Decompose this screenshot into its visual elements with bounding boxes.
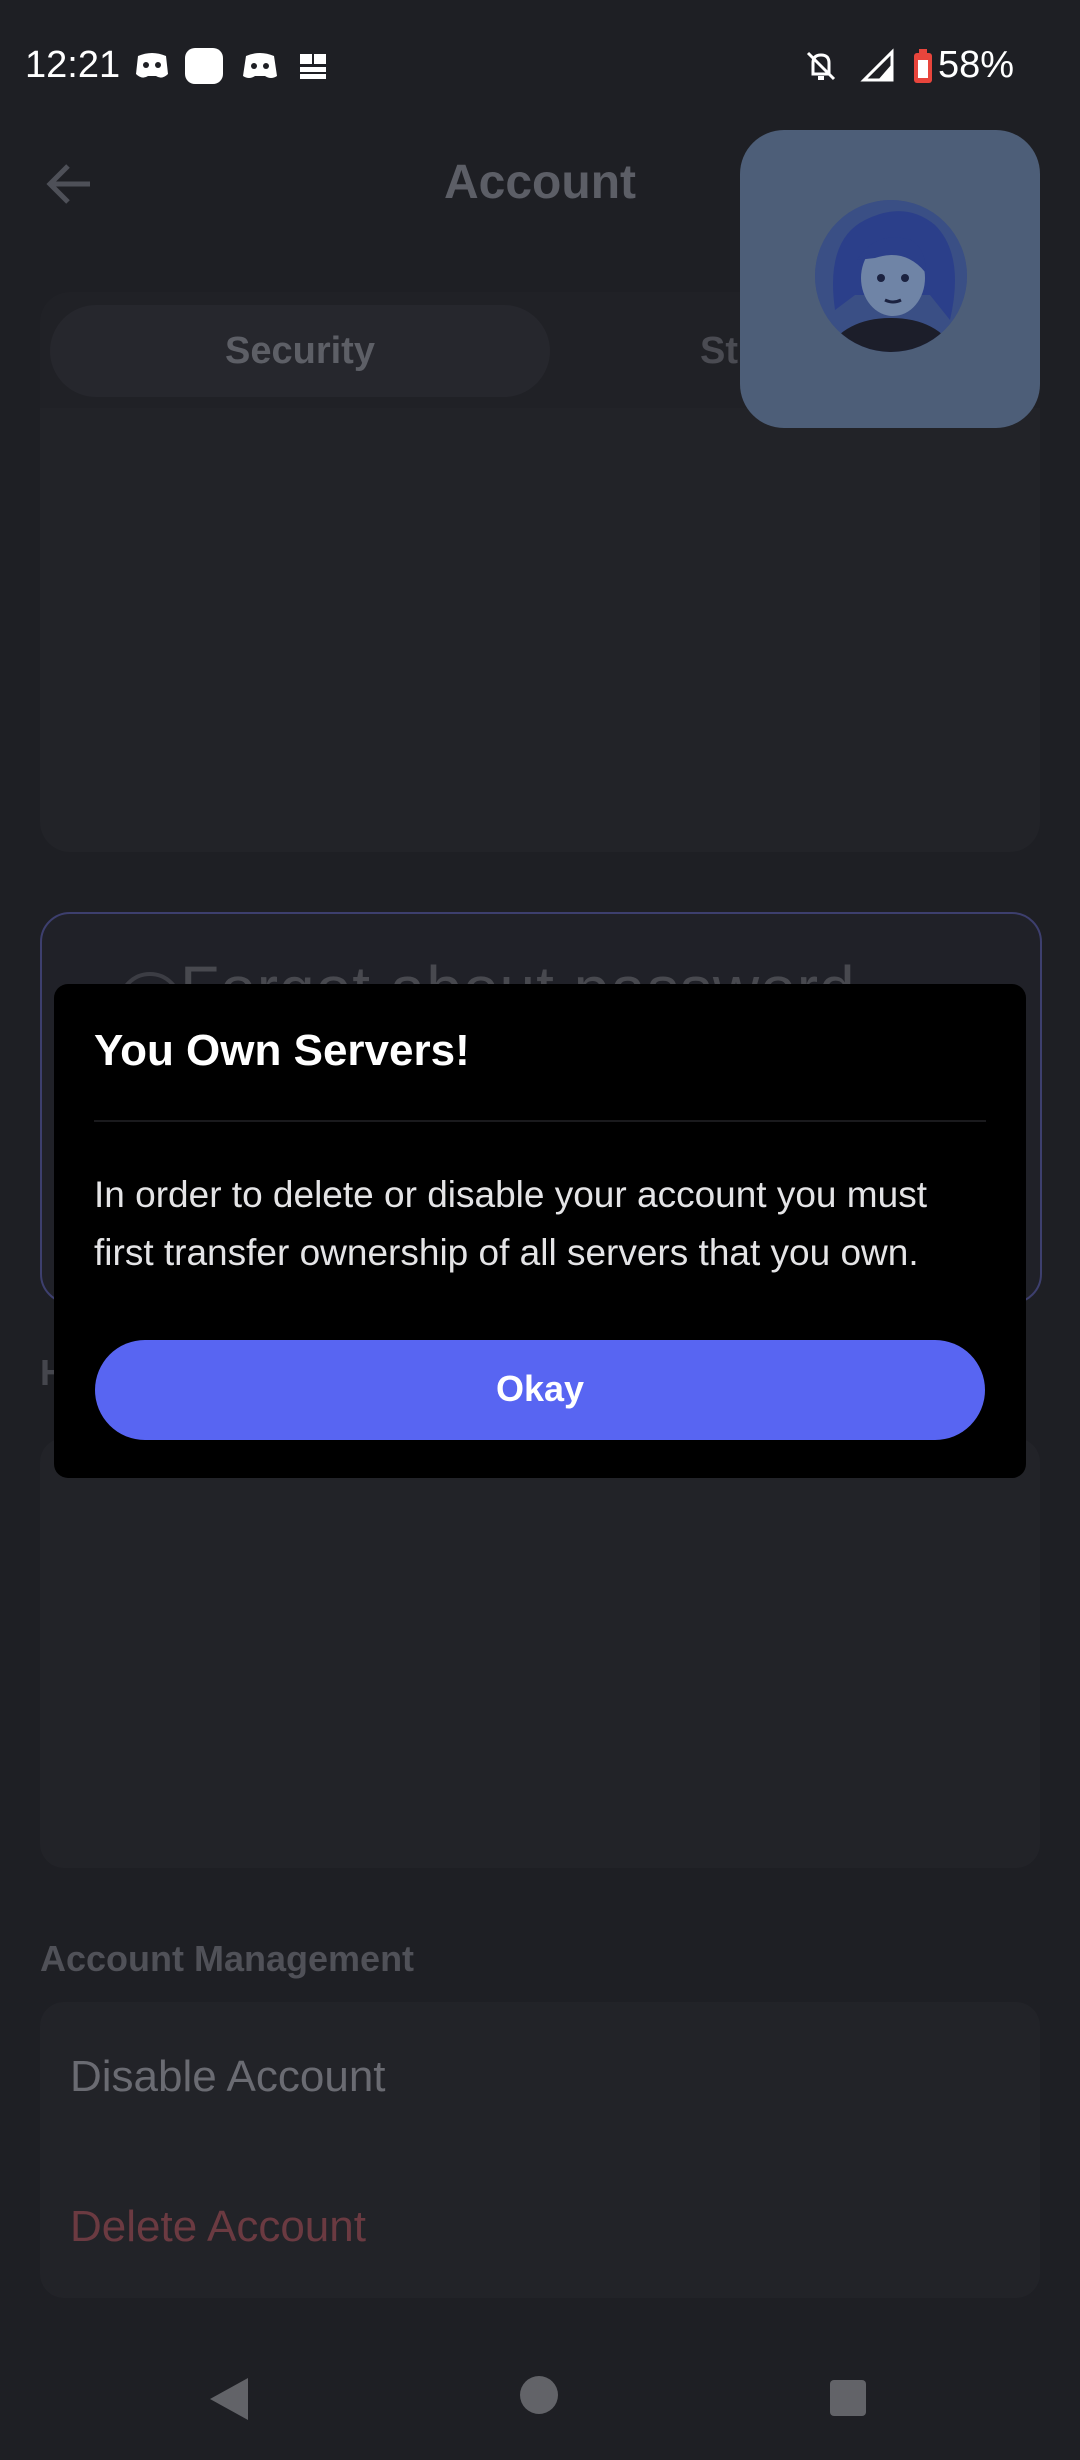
news-icon [300,54,326,79]
discord-icon [243,53,277,78]
delete-account-button[interactable]: Delete Account [70,2202,366,2252]
home-circle-icon[interactable] [520,2376,558,2414]
status-time: 12:21 [25,44,121,86]
okay-button-label: Okay [495,1368,585,1409]
back-triangle-icon[interactable] [206,2374,252,2424]
battery-icon [914,49,932,83]
status-bar: 12:21 58% [0,0,1080,130]
discord-helper-icon [136,53,168,78]
tab-security-label: Security [225,330,375,372]
white-square-icon [185,48,223,84]
avatar[interactable] [815,200,967,352]
avatar-image [815,200,967,352]
dialog-divider [94,1120,986,1122]
settings-card [40,1438,1040,1868]
dialog-message: In order to delete or disable your accou… [94,1174,927,1273]
disable-account-button[interactable]: Disable Account [70,2052,386,2102]
security-card [40,408,1040,852]
account-management-card [40,2002,1040,2298]
notifications-off-icon [806,51,836,81]
battery-percentage: 58% [938,44,1015,86]
signal-icon [860,48,894,82]
section-label-account-management: Account Management [40,1938,415,1979]
dialog-title: You Own Servers! [94,1026,470,1075]
tab-second-label[interactable]: St [700,330,738,373]
recents-square-icon[interactable] [830,2380,866,2416]
